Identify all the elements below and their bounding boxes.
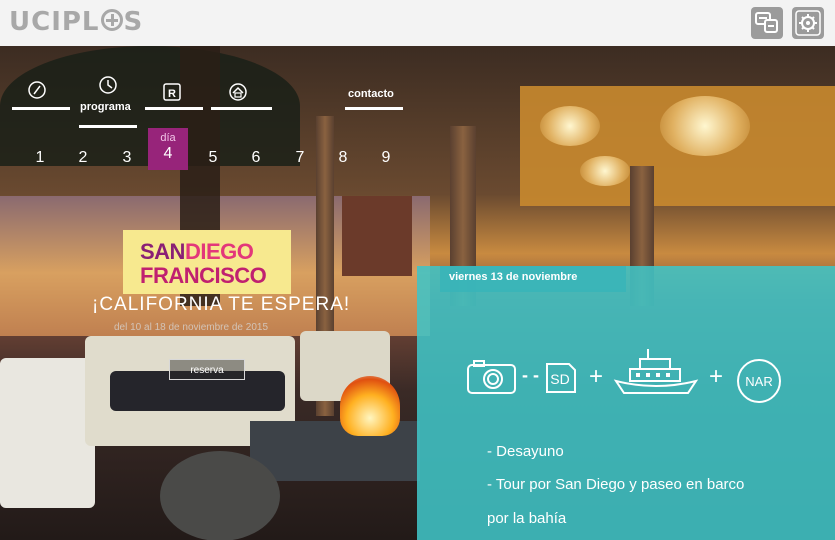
sd-card-text: SD bbox=[550, 371, 569, 387]
promo-tagline: ¡CALIFORNIA TE ESPERA! bbox=[92, 294, 351, 315]
day-active-label: día bbox=[160, 132, 176, 144]
compass-icon bbox=[28, 81, 46, 99]
ship-icon bbox=[613, 349, 699, 394]
building-icon bbox=[229, 83, 247, 101]
logo-text-end: S bbox=[123, 7, 144, 37]
clock-icon bbox=[99, 76, 117, 94]
logo-plus-icon bbox=[100, 9, 123, 31]
logo-diego: DIEGO bbox=[184, 239, 254, 264]
logo-text: UCIPL bbox=[9, 7, 100, 37]
camera-icon bbox=[467, 360, 516, 394]
logo-san: SAN bbox=[140, 239, 185, 264]
nav-label-contacto: contacto bbox=[348, 88, 394, 100]
day-9[interactable]: 9 bbox=[372, 149, 400, 167]
settings-gear-icon bbox=[795, 10, 821, 36]
svg-text:R: R bbox=[168, 88, 176, 100]
promo-subtagline: del 10 al 18 de noviembre de 2015 bbox=[114, 322, 269, 333]
day-6[interactable]: 6 bbox=[242, 149, 270, 167]
nav-label-programa: programa bbox=[80, 101, 131, 113]
day-8[interactable]: 8 bbox=[329, 149, 357, 167]
plus-separator-2: + bbox=[709, 363, 724, 390]
top-bar: UCIPL S bbox=[0, 0, 835, 46]
chat-device-icon bbox=[755, 12, 778, 33]
logo-francisco: FRANCISCO bbox=[140, 263, 267, 288]
sandiego-francisco-logo: SANDIEGO FRANCISCO bbox=[123, 230, 291, 294]
itinerary-date: viernes 13 de noviembre bbox=[449, 271, 578, 283]
itinerary-item-1: - Desayuno bbox=[487, 443, 564, 460]
day-5[interactable]: 5 bbox=[199, 149, 227, 167]
day-7[interactable]: 7 bbox=[286, 149, 314, 167]
nar-text: NAR bbox=[745, 374, 772, 389]
itinerary-item-2: - Tour por San Diego y paseo en barco bbox=[487, 476, 745, 493]
day-3[interactable]: 3 bbox=[113, 149, 141, 167]
itinerary-item-2-cont: por la bahía bbox=[487, 510, 567, 527]
settings-button[interactable] bbox=[792, 7, 824, 39]
day-2[interactable]: 2 bbox=[69, 149, 97, 167]
plus-separator-1: + bbox=[589, 363, 604, 390]
chat-device-button[interactable] bbox=[751, 7, 783, 39]
brand-r-icon: R bbox=[163, 83, 181, 101]
day-active-number: 4 bbox=[163, 145, 173, 162]
app-logo[interactable]: UCIPL S bbox=[9, 7, 143, 37]
sd-card-icon: SD bbox=[546, 363, 576, 393]
nar-icon: NAR bbox=[737, 359, 781, 403]
day-1[interactable]: 1 bbox=[26, 149, 54, 167]
reserva-button[interactable]: reserva bbox=[169, 359, 245, 380]
dash-separator: - - bbox=[522, 365, 539, 385]
day-4-active[interactable]: día 4 bbox=[148, 128, 188, 170]
